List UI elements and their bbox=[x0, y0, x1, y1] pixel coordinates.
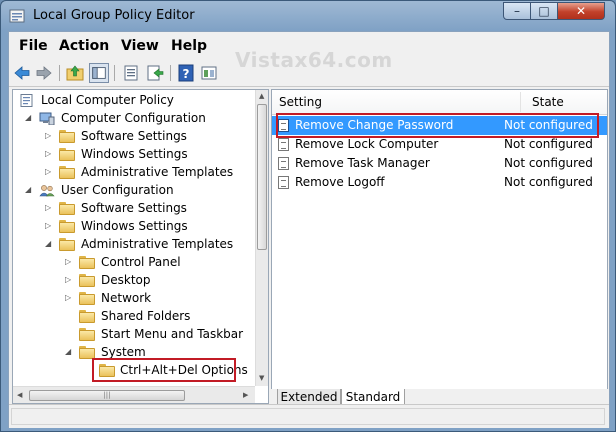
list-header: Setting State bbox=[272, 90, 607, 115]
expand-arrow-icon[interactable]: ▷ bbox=[45, 168, 53, 176]
folder-icon bbox=[59, 130, 75, 143]
setting-name: Remove Task Manager bbox=[295, 156, 430, 170]
tree-label: Control Panel bbox=[101, 255, 181, 269]
folder-icon bbox=[59, 202, 75, 215]
collapse-arrow-icon[interactable]: ◢ bbox=[25, 114, 33, 122]
toolbar-separator bbox=[170, 65, 171, 81]
column-divider[interactable] bbox=[520, 92, 521, 112]
collapse-arrow-icon[interactable]: ◢ bbox=[45, 240, 53, 248]
client-area: File Action View Help Vistax64.com ? Loc… bbox=[8, 31, 610, 428]
tree-label: Administrative Templates bbox=[81, 165, 234, 179]
tree-pane: Local Computer Policy ◢ Computer Configu… bbox=[12, 89, 269, 404]
scroll-right-arrow-icon[interactable]: ▶ bbox=[243, 391, 248, 399]
tree-label: System bbox=[101, 345, 146, 359]
scroll-up-arrow-icon[interactable]: ▲ bbox=[259, 92, 264, 100]
folder-icon bbox=[59, 148, 75, 161]
users-icon bbox=[39, 184, 55, 197]
help-icon[interactable]: ? bbox=[176, 63, 196, 83]
expand-arrow-icon[interactable]: ▷ bbox=[45, 204, 53, 212]
tree-label: Software Settings bbox=[81, 129, 187, 143]
scroll-thumb[interactable]: ||| bbox=[29, 390, 185, 401]
tree-label: Administrative Templates bbox=[81, 237, 234, 251]
column-header-state[interactable]: State bbox=[532, 95, 564, 109]
expand-arrow-icon[interactable]: ▷ bbox=[65, 258, 73, 266]
folder-icon bbox=[59, 166, 75, 179]
properties-icon[interactable] bbox=[121, 63, 141, 83]
tree-label: Network bbox=[101, 291, 152, 305]
policy-editor-icon bbox=[9, 9, 25, 23]
scroll-thumb[interactable] bbox=[257, 104, 267, 250]
setting-name: Remove Logoff bbox=[295, 175, 385, 189]
minimize-button[interactable]: – bbox=[503, 2, 531, 20]
collapse-arrow-icon[interactable]: ◢ bbox=[25, 186, 33, 194]
policy-setting-icon bbox=[278, 176, 289, 189]
tree-label: Shared Folders bbox=[101, 309, 191, 323]
list-row-remove-logoff[interactable]: Remove Logoff Not configured bbox=[272, 173, 607, 192]
folder-icon bbox=[79, 310, 95, 323]
setting-state: Not configured bbox=[504, 175, 593, 189]
tree-horizontal-scrollbar[interactable]: ◀ ||| ▶ bbox=[13, 386, 255, 403]
close-button[interactable]: ✕ bbox=[557, 2, 605, 20]
policy-setting-icon bbox=[278, 157, 289, 170]
expand-arrow-icon[interactable]: ▷ bbox=[45, 222, 53, 230]
tree-label: Windows Settings bbox=[81, 219, 188, 233]
column-header-setting[interactable]: Setting bbox=[279, 95, 322, 109]
list-row-remove-lock-computer[interactable]: Remove Lock Computer Not configured bbox=[272, 135, 607, 154]
folder-icon bbox=[59, 220, 75, 233]
menu-view[interactable]: View bbox=[121, 38, 159, 54]
scroll-down-arrow-icon[interactable]: ▼ bbox=[259, 374, 264, 382]
app-window: Local Group Policy Editor – □ ✕ File Act… bbox=[0, 0, 616, 432]
folder-icon bbox=[79, 256, 95, 269]
settings-list-pane: Setting State Remove Change Password Not… bbox=[271, 89, 608, 391]
status-segment bbox=[11, 408, 605, 425]
tree-vertical-scrollbar[interactable]: ▲ ▼ bbox=[255, 90, 268, 386]
computer-icon bbox=[39, 112, 55, 125]
menu-file[interactable]: File bbox=[19, 38, 48, 54]
status-bar bbox=[9, 404, 609, 428]
folder-icon bbox=[59, 238, 75, 251]
expand-arrow-icon[interactable]: ▷ bbox=[45, 132, 53, 140]
forward-arrow-icon[interactable] bbox=[34, 63, 54, 83]
folder-icon bbox=[79, 328, 95, 341]
tree-label: Local Computer Policy bbox=[41, 93, 174, 107]
highlight-box-ctrl-alt-del bbox=[92, 358, 236, 382]
tree-label: User Configuration bbox=[61, 183, 174, 197]
toolbar-separator bbox=[114, 65, 115, 81]
menu-help[interactable]: Help bbox=[171, 38, 207, 54]
collapse-arrow-icon[interactable]: ◢ bbox=[65, 348, 73, 356]
maximize-button[interactable]: □ bbox=[530, 2, 558, 20]
list-row-remove-task-manager[interactable]: Remove Task Manager Not configured bbox=[272, 154, 607, 173]
setting-name: Remove Lock Computer bbox=[295, 137, 439, 151]
toolbar: ? bbox=[9, 60, 609, 87]
tree-label: Computer Configuration bbox=[61, 111, 206, 125]
expand-arrow-icon[interactable]: ▷ bbox=[65, 276, 73, 284]
tree-label: Desktop bbox=[101, 273, 151, 287]
tree-label: Windows Settings bbox=[81, 147, 188, 161]
back-arrow-icon[interactable] bbox=[12, 63, 32, 83]
svg-text:?: ? bbox=[183, 67, 190, 81]
export-list-icon[interactable] bbox=[145, 63, 165, 83]
policy-setting-icon bbox=[278, 138, 289, 151]
menu-bar: File Action View Help Vistax64.com bbox=[9, 32, 609, 72]
expand-arrow-icon[interactable]: ▷ bbox=[65, 294, 73, 302]
policy-document-icon bbox=[19, 94, 35, 107]
folder-icon bbox=[79, 292, 95, 305]
tree-label: Start Menu and Taskbar bbox=[101, 327, 244, 341]
expand-arrow-icon[interactable]: ▷ bbox=[45, 150, 53, 158]
toolbar-separator bbox=[59, 65, 60, 81]
setting-state: Not configured bbox=[504, 137, 593, 151]
window-title: Local Group Policy Editor bbox=[33, 8, 195, 23]
show-hide-tree-icon[interactable] bbox=[89, 63, 109, 83]
folder-icon bbox=[79, 274, 95, 287]
tree-label: Software Settings bbox=[81, 201, 187, 215]
setting-state: Not configured bbox=[504, 156, 593, 170]
title-bar[interactable]: Local Group Policy Editor – □ ✕ bbox=[1, 1, 615, 31]
menu-action[interactable]: Action bbox=[59, 38, 109, 54]
filter-view-icon[interactable] bbox=[199, 63, 219, 83]
up-folder-icon[interactable] bbox=[65, 63, 85, 83]
scroll-left-arrow-icon[interactable]: ◀ bbox=[17, 391, 22, 399]
